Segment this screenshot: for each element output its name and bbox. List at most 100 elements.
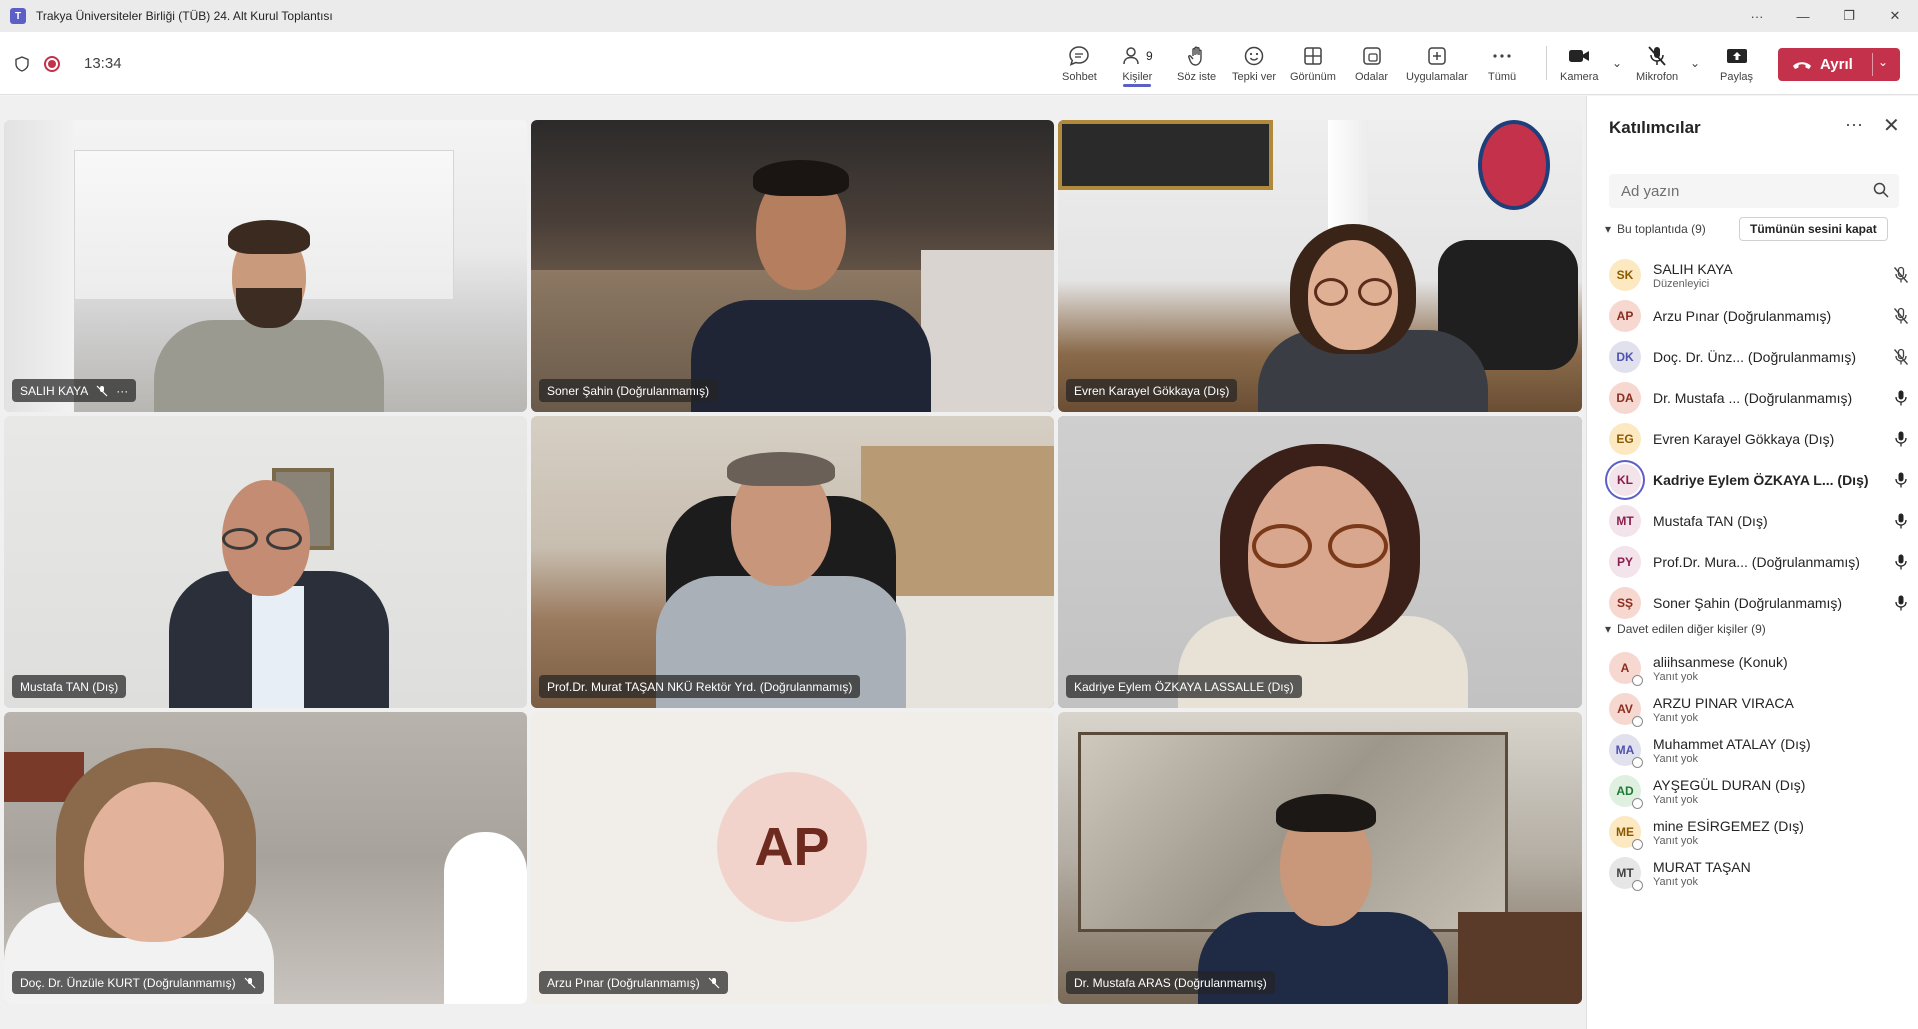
teams-icon: T	[10, 8, 26, 24]
camera-button[interactable]: Kamera	[1560, 32, 1599, 95]
participant-row[interactable]: MA Muhammet ATALAY (Dış) Yanıt yok	[1609, 727, 1909, 773]
participants-panel: Katılımcılar ··· ✕ ▾ Bu toplantıda (9) T…	[1586, 96, 1918, 1029]
presence-status-icon	[1632, 716, 1643, 727]
leave-options-chevron-icon[interactable]: ⌄	[1878, 55, 1888, 69]
participant-name-label: Arzu Pınar (Doğrulanmamış)	[539, 971, 728, 994]
participant-role: Yanıt yok	[1653, 711, 1699, 724]
avatar: AV	[1609, 693, 1643, 727]
participant-name-label: Dr. Mustafa ARAS (Doğrulanmamış)	[1066, 971, 1275, 994]
share-button[interactable]: Paylaş	[1720, 32, 1753, 95]
chat-button[interactable]: Sohbet	[1062, 32, 1097, 95]
more-options-icon[interactable]: ···	[1734, 0, 1780, 32]
video-tile[interactable]: Prof.Dr. Murat TAŞAN NKÜ Rektör Yrd. (Do…	[531, 416, 1054, 708]
in-meeting-section-toggle[interactable]: ▾ Bu toplantıda (9)	[1605, 222, 1706, 236]
mute-all-button[interactable]: Tümünün sesini kapat	[1739, 217, 1888, 241]
people-button[interactable]: 9 Kişiler	[1122, 32, 1153, 95]
avatar: ME	[1609, 816, 1643, 850]
video-tile[interactable]: SALIH KAYA ···	[4, 120, 527, 412]
video-tile[interactable]: Soner Şahin (Doğrulanmamış)	[531, 120, 1054, 412]
mic-options-chevron-icon[interactable]: ⌄	[1690, 56, 1700, 70]
video-tile[interactable]: Doç. Dr. Ünzüle KURT (Doğrulanmamış)	[4, 712, 527, 1004]
mic-off-icon	[96, 385, 108, 396]
rooms-button[interactable]: Odalar	[1355, 32, 1388, 95]
hand-icon	[1187, 46, 1202, 66]
participant-name-label: SALIH KAYA ···	[12, 379, 137, 402]
video-camera-icon	[1569, 50, 1590, 62]
participant-row[interactable]: DK Doç. Dr. Ünz... (Doğrulanmamış)	[1609, 334, 1909, 380]
participant-name: Evren Karayel Gökkaya (Dış)	[1653, 431, 1835, 447]
ellipsis-icon	[1493, 54, 1511, 58]
panel-more-icon[interactable]: ···	[1845, 114, 1863, 135]
presence-status-icon	[1632, 798, 1643, 809]
presence-status-icon	[1632, 675, 1643, 686]
participant-name: Kadriye Eylem ÖZKAYA L... (Dış)	[1653, 472, 1869, 488]
restore-button[interactable]: ❐	[1826, 0, 1872, 32]
mic-indicator	[1893, 389, 1909, 412]
video-tile[interactable]: AP Arzu Pınar (Doğrulanmamış)	[531, 712, 1054, 1004]
participant-row[interactable]: EG Evren Karayel Gökkaya (Dış)	[1609, 416, 1909, 462]
participant-role: Yanıt yok	[1653, 834, 1699, 847]
video-tile[interactable]: Evren Karayel Gökkaya (Dış)	[1058, 120, 1582, 412]
participant-search-input[interactable]	[1609, 182, 1849, 200]
mic-off-icon	[1893, 348, 1909, 365]
participant-row[interactable]: Aaliihsanmese (Konuk) Yanıt yok	[1609, 645, 1909, 691]
participant-name: Muhammet ATALAY (Dış)	[1653, 735, 1811, 752]
presence-status-icon	[1632, 757, 1643, 768]
raise-hand-button[interactable]: Söz iste	[1177, 32, 1216, 95]
mic-indicator	[1893, 594, 1909, 617]
participant-name: Dr. Mustafa ... (Doğrulanmamış)	[1653, 390, 1853, 406]
toolbar-divider	[1546, 46, 1547, 80]
participant-row[interactable]: SK SALIH KAYA Düzenleyici	[1609, 252, 1909, 298]
participant-row[interactable]: DA Dr. Mustafa ... (Doğrulanmamış)	[1609, 375, 1909, 421]
mic-off-icon	[1893, 266, 1909, 283]
people-count: 9	[1146, 49, 1153, 63]
avatar: KL	[1609, 464, 1641, 496]
react-button[interactable]: Tepki ver	[1232, 32, 1276, 95]
share-screen-icon	[1726, 49, 1747, 63]
participant-row[interactable]: ME mine ESİRGEMEZ (Dış) Yanıt yok	[1609, 809, 1909, 855]
participant-row[interactable]: MT MURAT TAŞAN Yanıt yok	[1609, 850, 1909, 896]
recording-icon	[44, 55, 60, 72]
participant-row[interactable]: MT Mustafa TAN (Dış)	[1609, 498, 1909, 544]
shield-icon	[15, 55, 29, 72]
participant-name-label: Evren Karayel Gökkaya (Dış)	[1066, 379, 1238, 402]
mic-indicator	[1893, 430, 1909, 453]
participant-row[interactable]: KL Kadriye Eylem ÖZKAYA L... (Dış)	[1609, 457, 1909, 503]
participant-name: Prof.Dr. Mura... (Doğrulanmamış)	[1653, 554, 1860, 570]
window-title: Trakya Üniversiteler Birliği (TÜB) 24. A…	[36, 9, 333, 23]
tile-more-icon[interactable]: ···	[116, 384, 128, 398]
mic-indicator	[1893, 471, 1909, 494]
camera-options-chevron-icon[interactable]: ⌄	[1612, 56, 1622, 70]
leave-button[interactable]: Ayrıl ⌄	[1778, 48, 1900, 81]
participant-name-label: Mustafa TAN (Dış)	[12, 675, 127, 698]
participant-name-label: Doç. Dr. Ünzüle KURT (Doğrulanmamış)	[12, 971, 264, 994]
video-tile-active-speaker[interactable]: Kadriye Eylem ÖZKAYA LASSALLE (Dış)	[1058, 416, 1582, 708]
close-icon[interactable]: ✕	[1883, 113, 1900, 138]
participant-row[interactable]: PY Prof.Dr. Mura... (Doğrulanmamış)	[1609, 539, 1909, 585]
smiley-icon	[1244, 46, 1264, 66]
more-button[interactable]: Tümü	[1488, 32, 1516, 95]
rooms-icon	[1362, 47, 1381, 65]
mic-off-icon	[708, 977, 720, 988]
apps-button[interactable]: Uygulamalar	[1406, 32, 1468, 95]
participant-row[interactable]: SŞ Soner Şahin (Doğrulanmamış)	[1609, 580, 1909, 626]
video-tile[interactable]: Mustafa TAN (Dış)	[4, 416, 527, 708]
participant-name: aliihsanmese (Konuk)	[1653, 653, 1788, 670]
participant-row[interactable]: AV ARZU PINAR VIRACA Yanıt yok	[1609, 686, 1909, 732]
microphone-button[interactable]: Mikrofon	[1636, 32, 1678, 95]
mic-icon	[1895, 513, 1907, 529]
view-button[interactable]: Görünüm	[1290, 32, 1336, 95]
video-tile[interactable]: Dr. Mustafa ARAS (Doğrulanmamış)	[1058, 712, 1582, 1004]
close-window-button[interactable]: ✕	[1872, 0, 1918, 32]
participant-name: mine ESİRGEMEZ (Dış)	[1653, 817, 1804, 834]
participant-row[interactable]: AD AYŞEGÜL DURAN (Dış) Yanıt yok	[1609, 768, 1909, 814]
presence-status-icon	[1632, 839, 1643, 850]
minimize-button[interactable]: —	[1780, 0, 1826, 32]
participant-name: ARZU PINAR VIRACA	[1653, 694, 1794, 711]
invited-section-toggle[interactable]: ▾ Davet edilen diğer kişiler (9)	[1605, 622, 1766, 636]
participant-row[interactable]: AP Arzu Pınar (Doğrulanmamış)	[1609, 293, 1909, 339]
title-bar: T Trakya Üniversiteler Birliği (TÜB) 24.…	[0, 0, 1918, 32]
mic-off-indicator	[1893, 348, 1909, 371]
people-icon	[1123, 47, 1139, 65]
participant-name: Mustafa TAN (Dış)	[1653, 513, 1768, 529]
